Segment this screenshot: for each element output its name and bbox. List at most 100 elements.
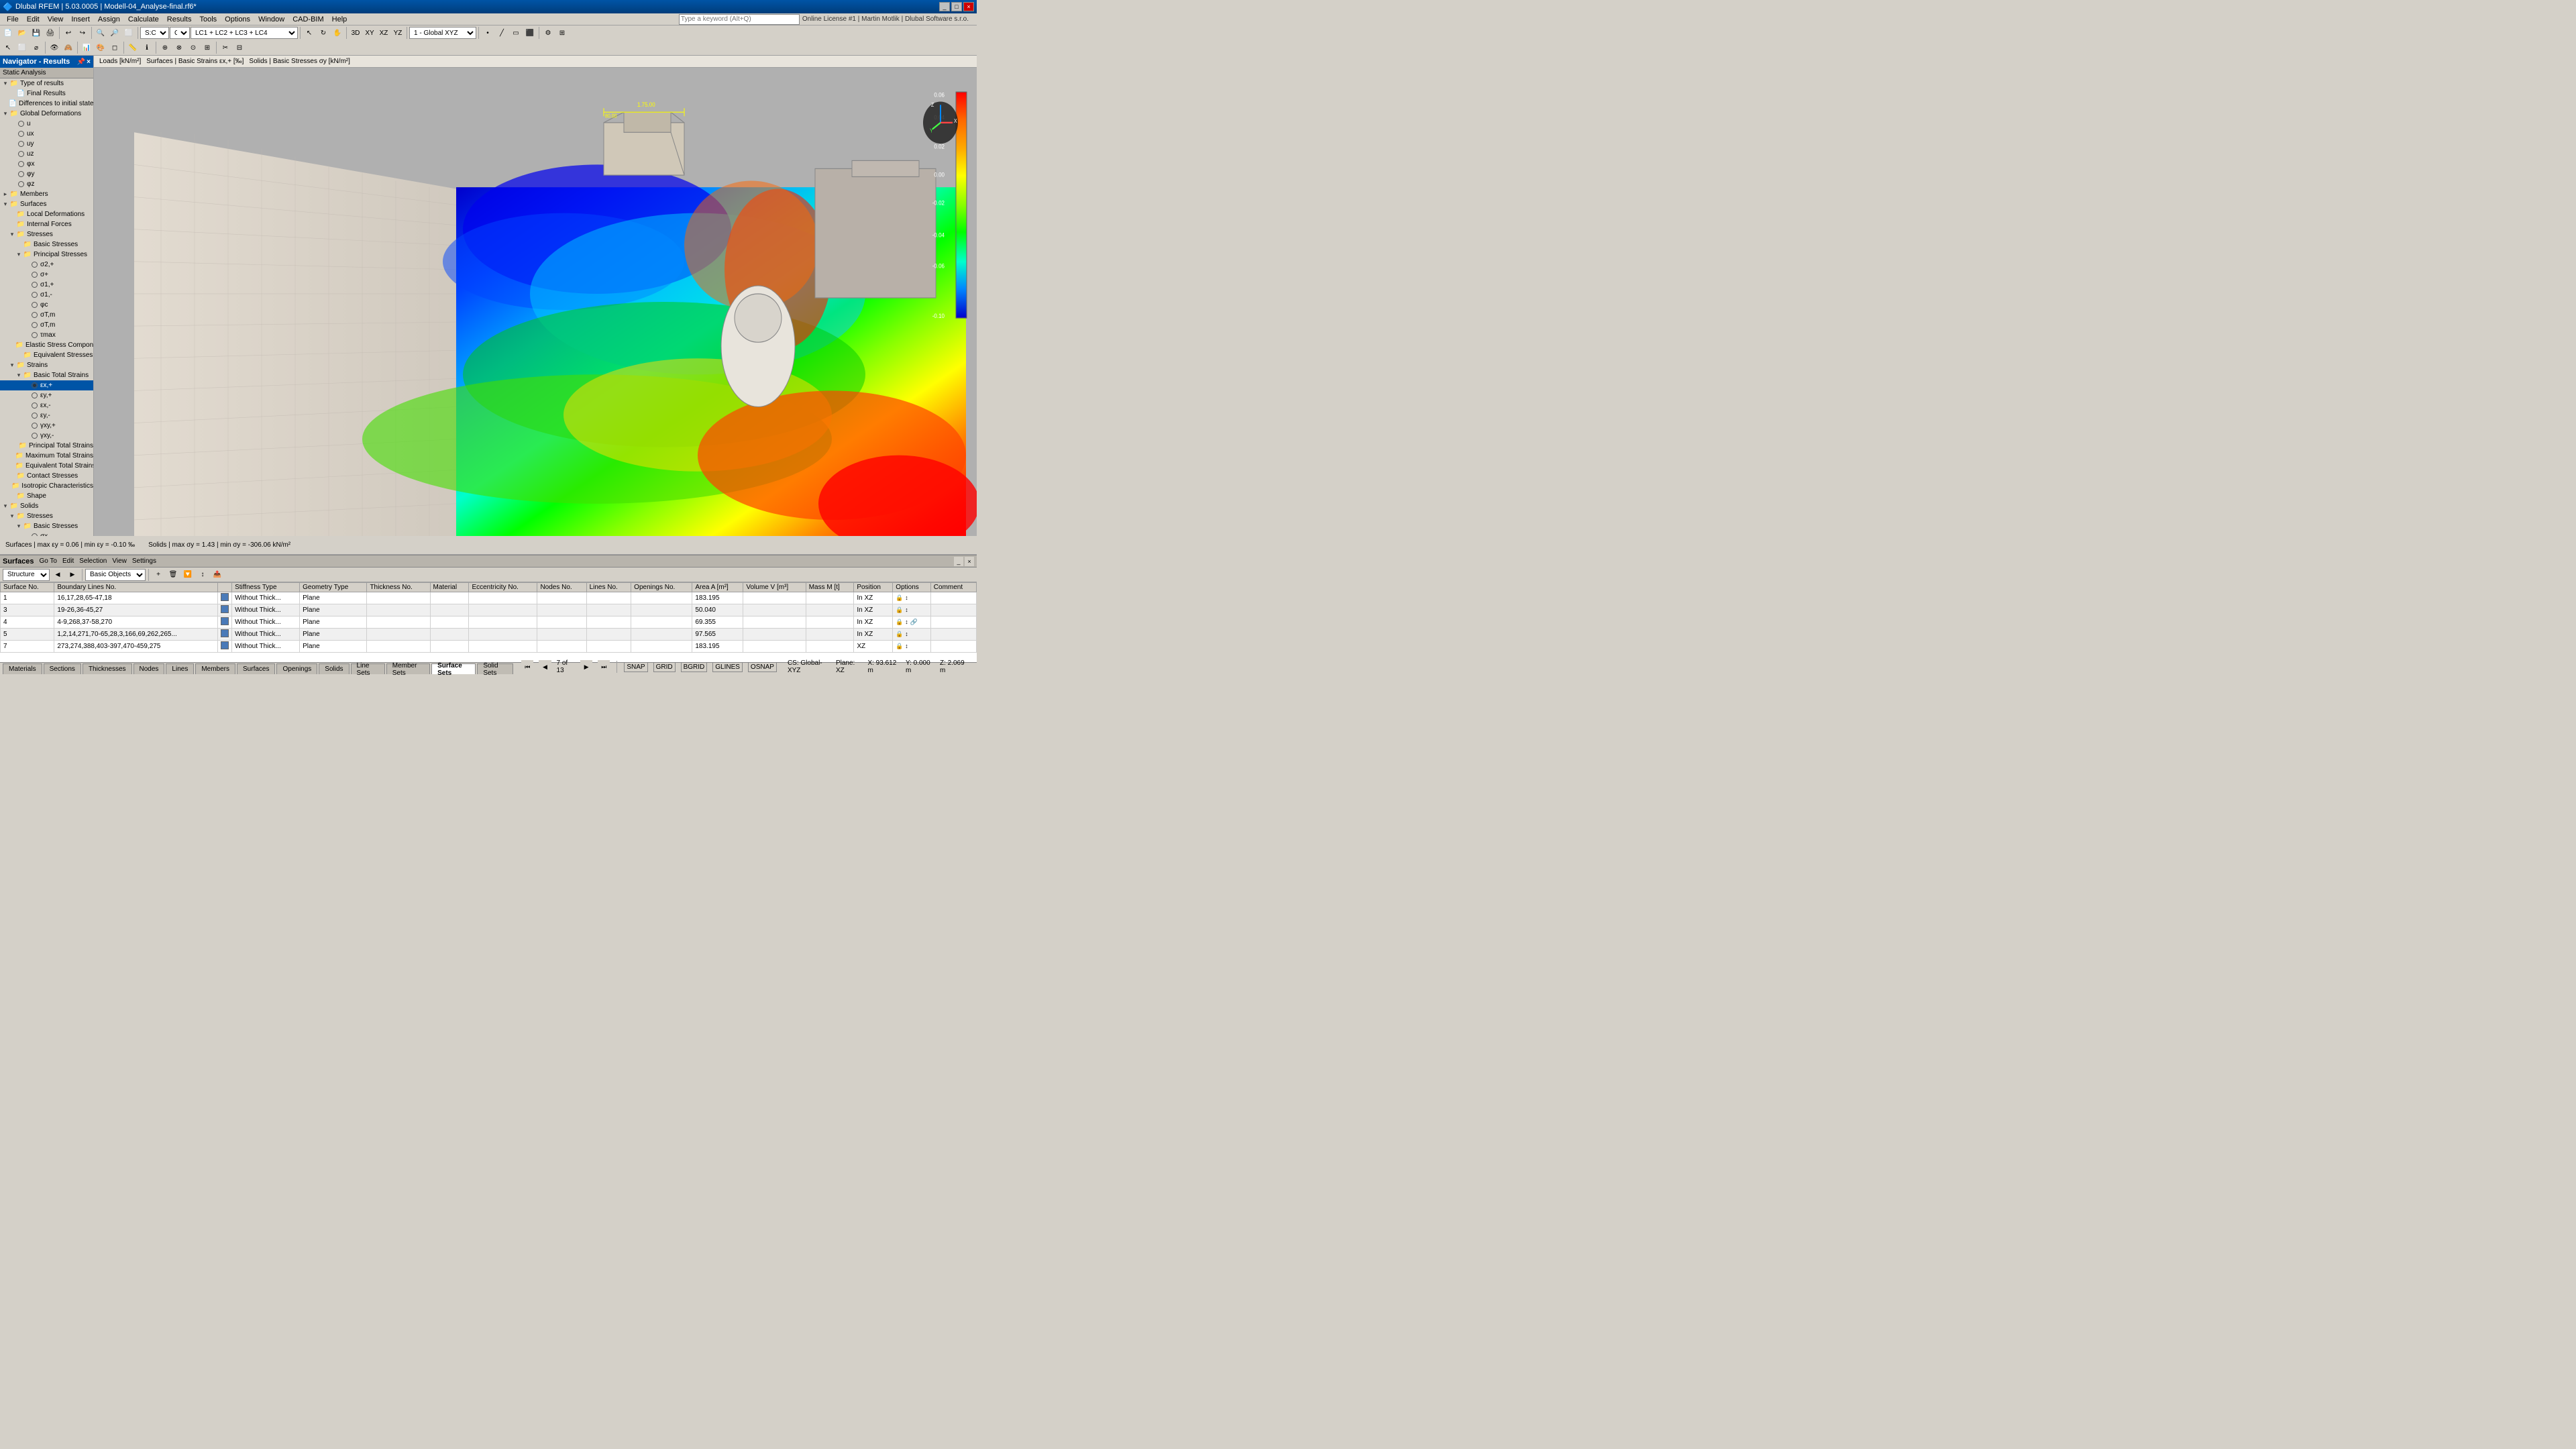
- tree-item-19[interactable]: σ+: [0, 270, 93, 280]
- tb-hide[interactable]: 🙈: [62, 41, 75, 54]
- tree-item-3[interactable]: ▾📁Global Deformations: [0, 109, 93, 119]
- menu-options[interactable]: Options: [221, 15, 254, 24]
- tb-3d-view[interactable]: 3D: [349, 26, 362, 40]
- tb-zoom-all[interactable]: ⬜: [122, 26, 136, 40]
- tab-solids[interactable]: Solids: [319, 663, 349, 674]
- tree-item-33[interactable]: εy,-: [0, 411, 93, 421]
- basic-objects-select[interactable]: Basic Objects: [85, 569, 146, 581]
- nav-pin-icon[interactable]: 📌: [77, 58, 85, 66]
- menu-insert[interactable]: Insert: [67, 15, 94, 24]
- tree-item-18[interactable]: σ2,+: [0, 260, 93, 270]
- title-bar-buttons[interactable]: _ □ ×: [939, 2, 974, 11]
- nav-prev[interactable]: ◀: [539, 660, 551, 674]
- surfaces-menu-settings[interactable]: Settings: [132, 557, 156, 565]
- tree-item-21[interactable]: σ1,-: [0, 290, 93, 300]
- menu-tools[interactable]: Tools: [195, 15, 221, 24]
- tb-section-cut[interactable]: ⊟: [233, 41, 246, 54]
- table-row[interactable]: 7273,274,388,403-397,470-459,275Without …: [1, 641, 977, 653]
- tree-item-17[interactable]: ▾📁Principal Stresses: [0, 250, 93, 260]
- tab-surfaces[interactable]: Surfaces: [237, 663, 275, 674]
- tree-item-31[interactable]: εy,+: [0, 390, 93, 400]
- tb-surface[interactable]: ▭: [509, 26, 523, 40]
- tb-back[interactable]: ◀: [51, 568, 64, 582]
- coord-system-combo[interactable]: 1 - Global XYZ: [409, 27, 476, 39]
- menu-calculate[interactable]: Calculate: [124, 15, 163, 24]
- tb-yz-view[interactable]: YZ: [391, 26, 405, 40]
- tb-forward[interactable]: ▶: [66, 568, 79, 582]
- tb-zoom-out[interactable]: 🔎: [108, 26, 121, 40]
- tree-item-32[interactable]: εx,-: [0, 400, 93, 411]
- tree-item-15[interactable]: ▾📁Stresses: [0, 229, 93, 239]
- tab-thicknesses[interactable]: Thicknesses: [83, 663, 132, 674]
- menu-assign[interactable]: Assign: [94, 15, 124, 24]
- tb-snap2[interactable]: ⊗: [172, 41, 186, 54]
- tb-snap1[interactable]: ⊕: [158, 41, 172, 54]
- osnap-btn[interactable]: OSNAP: [748, 662, 777, 672]
- tree-item-7[interactable]: uz: [0, 149, 93, 159]
- tb-measure[interactable]: 📏: [126, 41, 140, 54]
- table-row[interactable]: 44-9,268,37-58,270Without Thick...Plane6…: [1, 616, 977, 629]
- tree-item-28[interactable]: ▾📁Strains: [0, 360, 93, 370]
- tree-item-35[interactable]: γxy,-: [0, 431, 93, 441]
- tree-item-39[interactable]: 📁Contact Stresses: [0, 471, 93, 481]
- tab-lines[interactable]: Lines: [166, 663, 194, 674]
- nav-first[interactable]: ⏮: [521, 660, 533, 674]
- tab-openings[interactable]: Openings: [276, 663, 317, 674]
- tree-item-40[interactable]: 📁Isotropic Characteristics: [0, 481, 93, 491]
- tb-pan[interactable]: ✋: [331, 26, 344, 40]
- tb-snap4[interactable]: ⊞: [201, 41, 214, 54]
- tree-item-1[interactable]: 📄Final Results: [0, 89, 93, 99]
- tb-wire[interactable]: ⊞: [555, 26, 569, 40]
- surfaces-menu-view[interactable]: View: [112, 557, 127, 565]
- tab-surface-sets[interactable]: Surface Sets: [431, 663, 476, 674]
- menu-window[interactable]: Window: [254, 15, 288, 24]
- tree-item-4[interactable]: u: [0, 119, 93, 129]
- tb-node[interactable]: •: [481, 26, 494, 40]
- nav-next[interactable]: ▶: [580, 660, 592, 674]
- tree-item-38[interactable]: 📁Equivalent Total Strains: [0, 461, 93, 471]
- tree-item-25[interactable]: τmax: [0, 330, 93, 340]
- menu-results[interactable]: Results: [163, 15, 196, 24]
- search-input[interactable]: [679, 14, 800, 25]
- tb-info[interactable]: ℹ: [140, 41, 154, 54]
- lc-combo-co2[interactable]: CO2: [170, 27, 190, 39]
- surfaces-panel-minimize[interactable]: _: [954, 557, 963, 566]
- bgrid-btn[interactable]: BGRID: [681, 662, 708, 672]
- structure-select[interactable]: Structure: [3, 569, 50, 581]
- tb-tbl-export[interactable]: 📤: [211, 568, 224, 582]
- surfaces-panel-close[interactable]: ×: [965, 557, 974, 566]
- tree-item-14[interactable]: 📁Internal Forces: [0, 219, 93, 229]
- tree-item-8[interactable]: φx: [0, 159, 93, 169]
- tb-select2[interactable]: ↖: [1, 41, 15, 54]
- tb-redo[interactable]: ↪: [76, 26, 89, 40]
- tab-members[interactable]: Members: [195, 663, 235, 674]
- tb-fence[interactable]: ⌀: [30, 41, 43, 54]
- tb-show-all[interactable]: 👁: [48, 41, 61, 54]
- nav-last[interactable]: ⏭: [598, 660, 610, 674]
- tb-rotate[interactable]: ↻: [317, 26, 330, 40]
- surfaces-menu-goto[interactable]: Go To: [39, 557, 57, 565]
- tree-item-9[interactable]: φy: [0, 169, 93, 179]
- tb-color[interactable]: 🎨: [94, 41, 107, 54]
- tb-tbl-delete[interactable]: 🗑: [166, 568, 180, 582]
- tb-select[interactable]: ↖: [303, 26, 316, 40]
- menu-help[interactable]: Help: [328, 15, 352, 24]
- viewport-panel[interactable]: Loads [kN/m²] Surfaces | Basic Strains ε…: [94, 56, 977, 536]
- tree-item-42[interactable]: ▾📁Solids: [0, 501, 93, 511]
- tree-item-5[interactable]: ux: [0, 129, 93, 139]
- tree-item-13[interactable]: 📁Local Deformations: [0, 209, 93, 219]
- tree-item-41[interactable]: 📁Shape: [0, 491, 93, 501]
- tb-box-select[interactable]: ⬜: [15, 41, 29, 54]
- table-row[interactable]: 116,17,28,65-47,18Without Thick...Plane1…: [1, 592, 977, 604]
- tb-open[interactable]: 📂: [15, 26, 29, 40]
- tree-item-23[interactable]: σT,m: [0, 310, 93, 320]
- tb-tbl-add[interactable]: +: [152, 568, 165, 582]
- tree-item-34[interactable]: γxy,+: [0, 421, 93, 431]
- tree-item-11[interactable]: ▸📁Members: [0, 189, 93, 199]
- scene-canvas[interactable]: 1.75.00 80.00: [94, 68, 977, 536]
- tb-xy-view[interactable]: XY: [363, 26, 376, 40]
- grid-btn[interactable]: GRID: [653, 662, 676, 672]
- tb-snap3[interactable]: ⊙: [186, 41, 200, 54]
- nav-close-icon[interactable]: ×: [87, 58, 91, 66]
- tree-item-43[interactable]: ▾📁Stresses: [0, 511, 93, 521]
